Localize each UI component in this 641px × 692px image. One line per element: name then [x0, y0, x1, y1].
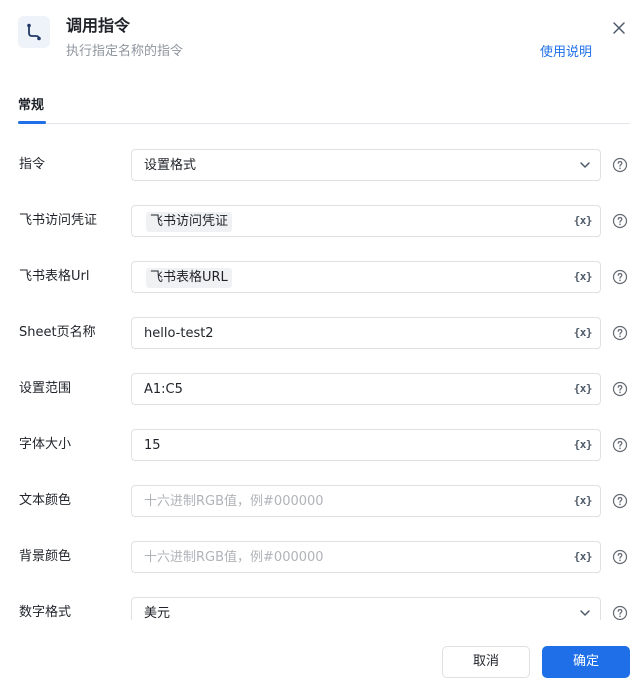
variable-icon[interactable]: {x} — [574, 494, 593, 508]
variable-icon[interactable]: {x} — [574, 550, 593, 564]
number-format-select[interactable]: 美元 — [131, 597, 601, 620]
text-color-placeholder: 十六进制RGB值，例#000000 — [144, 494, 324, 509]
question-circle-icon[interactable] — [612, 605, 628, 620]
close-button[interactable] — [609, 18, 629, 38]
tab-bar: 常规 — [18, 96, 630, 124]
range-label: 设置范围 — [19, 381, 72, 396]
variable-icon[interactable]: {x} — [574, 438, 593, 452]
range-row: 设置范围 A1:C5 {x} — [0, 373, 641, 405]
question-circle-icon[interactable] — [612, 381, 628, 397]
question-circle-icon[interactable] — [612, 213, 628, 229]
font-size-value: 15 — [144, 438, 161, 453]
question-circle-icon[interactable] — [612, 437, 628, 453]
credential-row: 飞书访问凭证 飞书访问凭证 {x} — [0, 205, 641, 237]
question-circle-icon[interactable] — [612, 549, 628, 565]
command-row: 指令 设置格式 — [0, 149, 641, 181]
number-format-value: 美元 — [144, 606, 171, 620]
cancel-button[interactable]: 取消 — [442, 646, 530, 678]
sheet-name-input[interactable]: hello-test2 {x} — [131, 317, 601, 349]
sheet-url-row: 飞书表格Url 飞书表格URL {x} — [0, 261, 641, 293]
dialog-footer: 取消 确定 — [0, 630, 641, 692]
text-color-row: 文本颜色 十六进制RGB值，例#000000 {x} — [0, 485, 641, 517]
question-circle-icon[interactable] — [612, 269, 628, 285]
font-size-row: 字体大小 15 {x} — [0, 429, 641, 461]
font-size-input[interactable]: 15 {x} — [131, 429, 601, 461]
variable-icon[interactable]: {x} — [574, 270, 593, 284]
number-format-label: 数字格式 — [19, 605, 72, 620]
font-size-label: 字体大小 — [19, 437, 72, 452]
sheet-name-label: Sheet页名称 — [19, 325, 96, 340]
sheet-name-value: hello-test2 — [144, 326, 214, 341]
confirm-button[interactable]: 确定 — [542, 646, 630, 678]
settings-form: 指令 设置格式 飞书访问凭证 飞书访问凭证 {x} 飞书表格Url 飞书表格UR… — [0, 124, 641, 620]
chevron-down-icon — [580, 610, 590, 616]
bg-color-placeholder: 十六进制RGB值，例#000000 — [144, 550, 324, 565]
command-value: 设置格式 — [144, 158, 197, 173]
help-link[interactable]: 使用说明 — [540, 45, 592, 61]
question-circle-icon[interactable] — [612, 493, 628, 509]
sheet-url-label: 飞书表格Url — [19, 269, 90, 284]
credential-input[interactable]: 飞书访问凭证 {x} — [131, 205, 601, 237]
dialog-header: 调用指令 执行指定名称的指令 使用说明 — [0, 0, 641, 90]
command-select[interactable]: 设置格式 — [131, 149, 601, 181]
text-color-input[interactable]: 十六进制RGB值，例#000000 {x} — [131, 485, 601, 517]
variable-icon[interactable]: {x} — [574, 382, 593, 396]
flow-icon — [18, 16, 50, 48]
chevron-down-icon — [580, 162, 590, 168]
variable-icon[interactable]: {x} — [574, 326, 593, 340]
range-value: A1:C5 — [144, 382, 183, 397]
sheet-url-input[interactable]: 飞书表格URL {x} — [131, 261, 601, 293]
sheet-url-variable-chip: 飞书表格URL — [146, 268, 232, 288]
range-input[interactable]: A1:C5 {x} — [131, 373, 601, 405]
credential-label: 飞书访问凭证 — [19, 213, 98, 228]
text-color-label: 文本颜色 — [19, 493, 72, 508]
variable-icon[interactable]: {x} — [574, 214, 593, 228]
credential-variable-chip: 飞书访问凭证 — [146, 212, 233, 232]
bg-color-row: 背景颜色 十六进制RGB值，例#000000 {x} — [0, 541, 641, 573]
number-format-row: 数字格式 美元 — [0, 597, 641, 620]
question-circle-icon[interactable] — [612, 325, 628, 341]
sheet-name-row: Sheet页名称 hello-test2 {x} — [0, 317, 641, 349]
command-label: 指令 — [19, 157, 46, 172]
dialog-title: 调用指令 — [66, 16, 131, 35]
bg-color-input[interactable]: 十六进制RGB值，例#000000 {x} — [131, 541, 601, 573]
tab-general[interactable]: 常规 — [18, 98, 44, 122]
dialog-subtitle: 执行指定名称的指令 — [66, 44, 184, 59]
bg-color-label: 背景颜色 — [19, 549, 72, 564]
question-circle-icon[interactable] — [612, 157, 628, 173]
close-icon — [613, 22, 625, 34]
